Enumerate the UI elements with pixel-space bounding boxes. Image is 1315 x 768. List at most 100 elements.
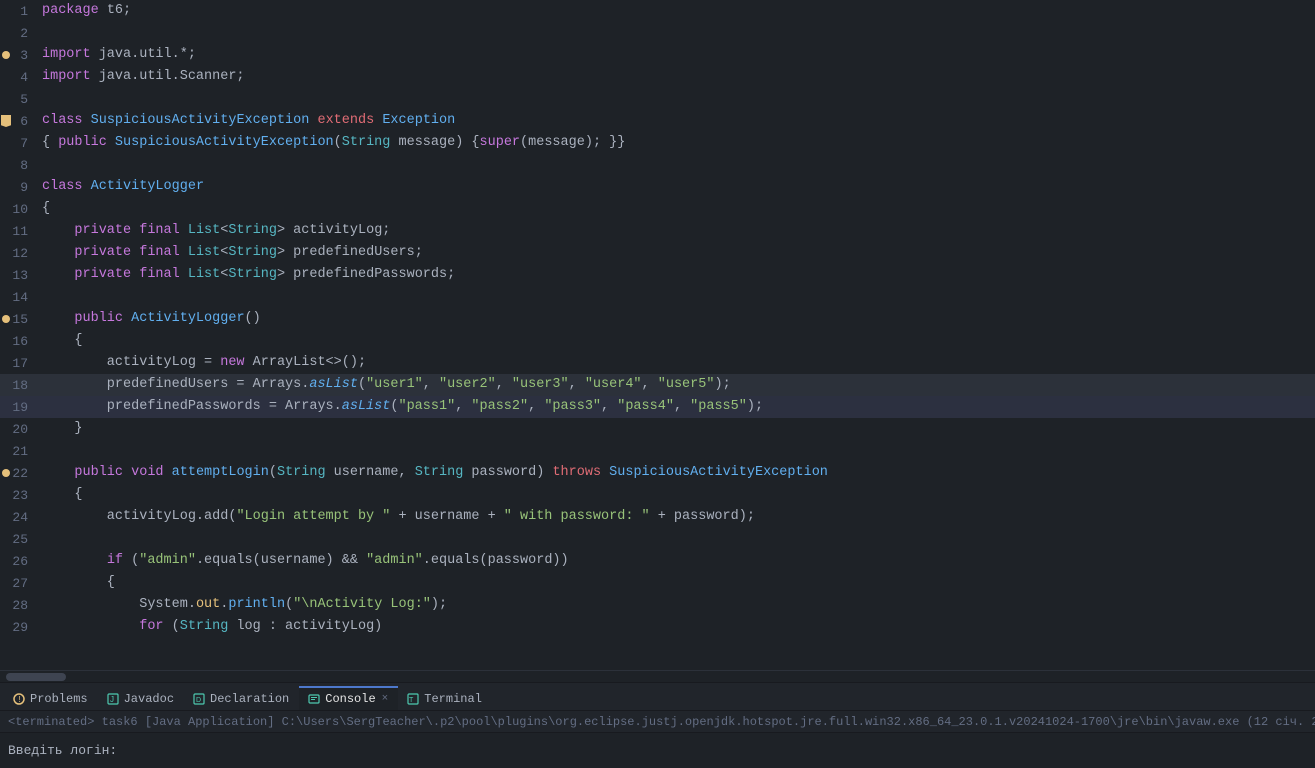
- code-content: for (String log : activityLog): [38, 616, 1315, 638]
- line-number: 16: [0, 334, 38, 349]
- code-line: 5: [0, 88, 1315, 110]
- code-content: if ("admin".equals(username) && "admin".…: [38, 550, 1315, 572]
- code-line: 3import java.util.*;: [0, 44, 1315, 66]
- code-line: 23 {: [0, 484, 1315, 506]
- line-number: 24: [0, 510, 38, 525]
- tab-problems[interactable]: ! Problems: [4, 686, 98, 710]
- line-number: 10: [0, 202, 38, 217]
- line-number: 5: [0, 92, 38, 107]
- code-content: import java.util.Scanner;: [38, 66, 1315, 88]
- code-content: {: [38, 484, 1315, 506]
- code-content: }: [38, 418, 1315, 440]
- console-prompt: Введіть логін:: [8, 743, 117, 758]
- line-number: 12: [0, 246, 38, 261]
- line-number: 11: [0, 224, 38, 239]
- code-line: 19 predefinedPasswords = Arrays.asList("…: [0, 396, 1315, 418]
- code-line: 13 private final List<String> predefined…: [0, 264, 1315, 286]
- line-number: 19: [0, 400, 38, 415]
- code-content: { public SuspiciousActivityException(Str…: [38, 132, 1315, 154]
- code-line: 15 public ActivityLogger(): [0, 308, 1315, 330]
- tab-console[interactable]: Console ×: [299, 686, 398, 710]
- breakpoint-dot: [2, 51, 10, 59]
- code-line: 10{: [0, 198, 1315, 220]
- code-line: 4import java.util.Scanner;: [0, 66, 1315, 88]
- code-line: 28 System.out.println("\nActivity Log:")…: [0, 594, 1315, 616]
- code-content: {: [38, 330, 1315, 352]
- breakpoint-dot: [2, 469, 10, 477]
- code-line: 17 activityLog = new ArrayList<>();: [0, 352, 1315, 374]
- tab-terminal[interactable]: T Terminal: [398, 686, 492, 710]
- code-line: 21: [0, 440, 1315, 462]
- line-number: 6: [0, 114, 38, 129]
- line-number: 7: [0, 136, 38, 151]
- code-line: 14: [0, 286, 1315, 308]
- line-number: 2: [0, 26, 38, 41]
- code-content: predefinedPasswords = Arrays.asList("pas…: [38, 396, 1315, 418]
- line-number: 21: [0, 444, 38, 459]
- line-number: 4: [0, 70, 38, 85]
- code-content: {: [38, 198, 1315, 220]
- code-content: activityLog.add("Login attempt by " + us…: [38, 506, 1315, 528]
- code-content: private final List<String> predefinedUse…: [38, 242, 1315, 264]
- line-number: 3: [0, 48, 38, 63]
- code-line: 29 for (String log : activityLog): [0, 616, 1315, 638]
- line-number: 9: [0, 180, 38, 195]
- console-area: Введіть логін:: [0, 732, 1315, 768]
- line-number: 18: [0, 378, 38, 393]
- code-content: package t6;: [38, 0, 1315, 22]
- bottom-tabs: ! Problems J Javadoc D Declaration Console × T Te…: [0, 682, 1315, 710]
- tab-javadoc[interactable]: J Javadoc: [98, 686, 184, 710]
- problems-tab-label: Problems: [30, 692, 88, 706]
- code-line: 11 private final List<String> activityLo…: [0, 220, 1315, 242]
- line-number: 1: [0, 4, 38, 19]
- console-tab-label: Console: [325, 692, 375, 706]
- svg-text:!: !: [19, 695, 21, 704]
- code-content: public ActivityLogger(): [38, 308, 1315, 330]
- line-number: 29: [0, 620, 38, 635]
- code-line: 26 if ("admin".equals(username) && "admi…: [0, 550, 1315, 572]
- line-number: 28: [0, 598, 38, 613]
- line-number: 20: [0, 422, 38, 437]
- line-number: 8: [0, 158, 38, 173]
- javadoc-tab-label: Javadoc: [124, 692, 174, 706]
- code-content: private final List<String> predefinedPas…: [38, 264, 1315, 286]
- code-content: import java.util.*;: [38, 44, 1315, 66]
- status-bar: <terminated> task6 [Java Application] C:…: [0, 710, 1315, 732]
- line-number: 15: [0, 312, 38, 327]
- code-line: 6class SuspiciousActivityException exten…: [0, 110, 1315, 132]
- scrollbar-thumb[interactable]: [6, 673, 66, 681]
- line-number: 14: [0, 290, 38, 305]
- horizontal-scrollbar[interactable]: [0, 670, 1315, 682]
- svg-text:J: J: [110, 695, 114, 704]
- code-line: 12 private final List<String> predefined…: [0, 242, 1315, 264]
- tab-declaration[interactable]: D Declaration: [184, 686, 299, 710]
- declaration-tab-icon: D: [192, 692, 206, 706]
- code-line: 18 predefinedUsers = Arrays.asList("user…: [0, 374, 1315, 396]
- code-content: activityLog = new ArrayList<>();: [38, 352, 1315, 374]
- svg-text:D: D: [196, 697, 201, 704]
- code-line: 8: [0, 154, 1315, 176]
- code-line: 16 {: [0, 330, 1315, 352]
- code-content: private final List<String> activityLog;: [38, 220, 1315, 242]
- code-content: class ActivityLogger: [38, 176, 1315, 198]
- terminal-tab-icon: T: [406, 692, 420, 706]
- code-content: System.out.println("\nActivity Log:");: [38, 594, 1315, 616]
- code-content: public void attemptLogin(String username…: [38, 462, 1315, 484]
- editor-area: 1package t6;23import java.util.*;4import…: [0, 0, 1315, 682]
- code-line: 9class ActivityLogger: [0, 176, 1315, 198]
- line-number: 13: [0, 268, 38, 283]
- code-line: 20 }: [0, 418, 1315, 440]
- code-line: 27 {: [0, 572, 1315, 594]
- javadoc-tab-icon: J: [106, 692, 120, 706]
- problems-tab-icon: !: [12, 692, 26, 706]
- declaration-tab-label: Declaration: [210, 692, 289, 706]
- terminal-tab-label: Terminal: [424, 692, 482, 706]
- code-line: 1package t6;: [0, 0, 1315, 22]
- code-content: predefinedUsers = Arrays.asList("user1",…: [38, 374, 1315, 396]
- svg-text:T: T: [409, 697, 414, 704]
- line-number: 27: [0, 576, 38, 591]
- console-tab-icon: [307, 692, 321, 706]
- bookmark-icon: [1, 115, 11, 127]
- console-tab-close[interactable]: ×: [382, 693, 389, 705]
- code-container[interactable]: 1package t6;23import java.util.*;4import…: [0, 0, 1315, 670]
